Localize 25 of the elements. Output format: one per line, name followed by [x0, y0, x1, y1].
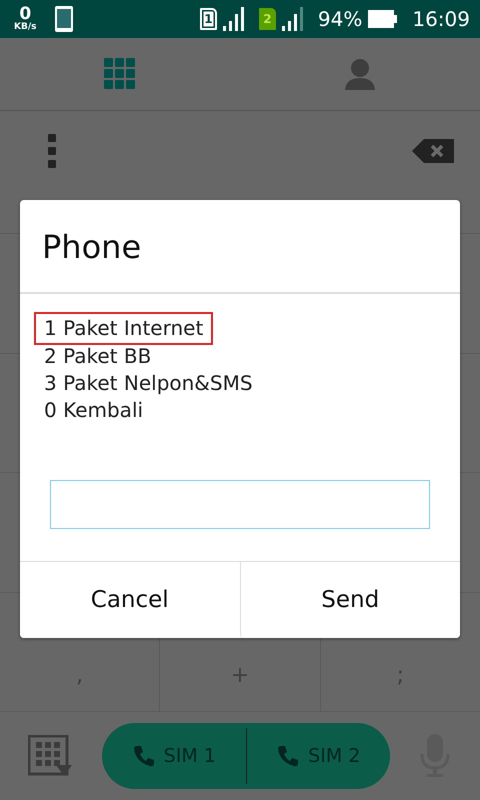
sim-slot-icon: 2: [258, 8, 276, 30]
signal-icon: [222, 6, 247, 32]
input-field[interactable]: [50, 480, 430, 529]
dial-key[interactable]: +: [230, 662, 250, 688]
battery-level: 94%: [318, 7, 362, 31]
dial-key[interactable]: ,: [76, 662, 84, 688]
person-icon: [344, 58, 376, 90]
speed-unit: KB/s: [14, 23, 36, 32]
network-speed: 0: [19, 6, 32, 23]
dialog-button[interactable]: Cancel: [20, 562, 240, 638]
more-options-icon[interactable]: [47, 133, 57, 169]
menu-option: 1 Paket Internet: [34, 312, 214, 345]
clock: 16:09: [412, 7, 470, 31]
dialpad-icon: [104, 58, 136, 90]
signal-icon: [282, 6, 306, 32]
battery-icon: [368, 9, 398, 29]
backspace-icon[interactable]: [412, 139, 454, 163]
phone-icon: [54, 5, 74, 33]
dialog-button[interactable]: Send: [240, 562, 460, 638]
phone-handset-icon: [276, 744, 300, 768]
phone-handset-icon: [132, 744, 156, 768]
dial-key[interactable]: ;: [396, 662, 404, 688]
dialpad-toggle-icon[interactable]: [28, 735, 72, 777]
dialog-title: Phone: [41, 227, 142, 262]
sim-slot-icon: 1: [200, 8, 217, 30]
